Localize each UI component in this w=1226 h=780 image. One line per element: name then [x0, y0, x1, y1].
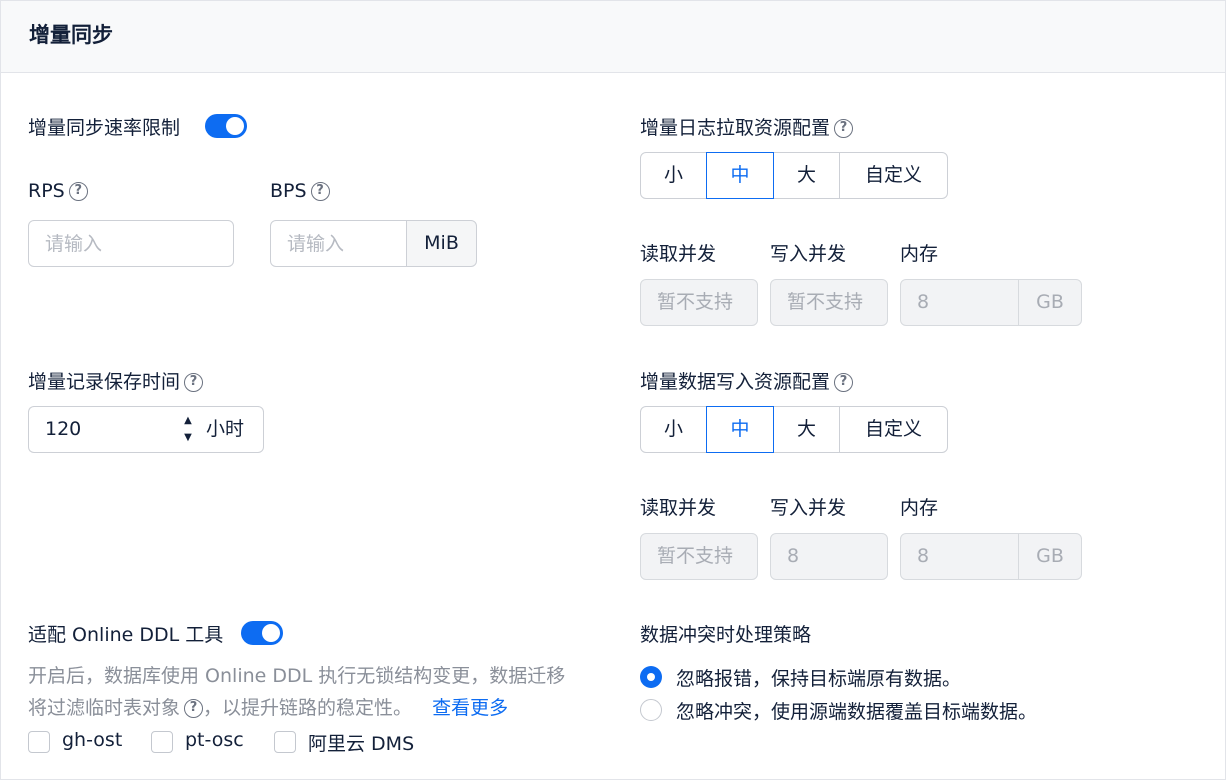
write-write-concurrency: 8: [770, 533, 888, 580]
size-option-small[interactable]: 小: [640, 406, 707, 453]
panel-header: 增量同步: [1, 1, 1225, 73]
retention-stepper: 120 ▲ ▼ 小时: [28, 406, 264, 453]
retention-unit: 小时: [200, 406, 264, 453]
page-title: 增量同步: [29, 23, 113, 47]
data-write-size-selector: 小 中 大 自定义: [640, 406, 948, 453]
write-memory-input: 8: [900, 533, 1020, 580]
write-memory-label: 内存: [900, 497, 939, 519]
log-write-label: 写入并发: [770, 243, 847, 265]
conflict-label: 数据冲突时处理策略: [640, 624, 812, 646]
conflict-option-label: 忽略报错，保持目标端原有数据。: [676, 668, 962, 690]
description-line: 开启后，数据库使用 Online DDL 执行无锁结构变更，数据迁移: [28, 665, 566, 687]
log-pull-help-icon[interactable]: ?: [834, 119, 854, 138]
gh-ost-checkbox[interactable]: [28, 731, 50, 753]
stepper-arrows: ▲ ▼: [178, 412, 198, 446]
rps-label: RPS: [28, 180, 65, 202]
pt-osc-label: pt-osc: [185, 729, 244, 751]
size-option-medium[interactable]: 中: [706, 152, 774, 199]
rps-help-icon[interactable]: ?: [68, 182, 88, 201]
rps-label-row: RPS?: [28, 180, 88, 202]
log-pull-label: 增量日志拉取资源配置: [640, 117, 831, 139]
bps-unit: MiB: [406, 220, 477, 267]
log-memory-label: 内存: [900, 243, 939, 265]
dms-label: 阿里云 DMS: [308, 733, 415, 755]
retention-input[interactable]: 120: [28, 406, 201, 453]
size-option-custom[interactable]: 自定义: [839, 406, 948, 453]
rps-input[interactable]: [28, 220, 234, 267]
toggle-knob: [262, 624, 280, 642]
log-memory-input: 8: [900, 279, 1020, 326]
log-memory-unit: GB: [1018, 279, 1082, 326]
size-option-large[interactable]: 大: [773, 406, 840, 453]
write-memory-unit: GB: [1018, 533, 1082, 580]
size-option-medium[interactable]: 中: [706, 406, 774, 453]
online-ddl-toggle[interactable]: [241, 621, 283, 645]
see-more-link[interactable]: 查看更多: [432, 697, 508, 719]
bps-label: BPS: [270, 180, 307, 202]
data-write-label: 增量数据写入资源配置: [640, 371, 831, 393]
data-write-help-icon[interactable]: ?: [834, 373, 854, 392]
retention-label: 增量记录保存时间: [28, 371, 181, 393]
size-option-large[interactable]: 大: [773, 152, 840, 199]
description-text: 将过滤临时表对象: [28, 697, 181, 719]
pt-osc-checkbox[interactable]: [151, 731, 173, 753]
bps-input[interactable]: [270, 220, 408, 267]
dms-checkbox[interactable]: [274, 731, 296, 753]
temp-table-help-icon[interactable]: ?: [184, 699, 204, 718]
decrement-icon[interactable]: ▼: [178, 429, 198, 446]
description-line: 将过滤临时表对象? ，以提升链路的稳定性。 查看更多: [28, 692, 618, 724]
write-write-label: 写入并发: [770, 497, 847, 519]
bps-label-row: BPS?: [270, 180, 330, 202]
rate-limit-label: 增量同步速率限制: [28, 117, 181, 139]
log-read-concurrency: 暂不支持: [640, 279, 758, 326]
retention-label-row: 增量记录保存时间?: [28, 367, 204, 394]
description-text: ，以提升链路的稳定性。: [203, 697, 413, 719]
data-write-label-row: 增量数据写入资源配置?: [640, 367, 854, 394]
online-ddl-label: 适配 Online DDL 工具: [28, 624, 224, 646]
rate-limit-toggle[interactable]: [205, 114, 247, 138]
retention-help-icon[interactable]: ?: [184, 373, 204, 392]
gh-ost-label: gh-ost: [62, 729, 123, 751]
toggle-knob: [226, 117, 244, 135]
online-ddl-description: 开启后，数据库使用 Online DDL 执行无锁结构变更，数据迁移 将过滤临时…: [28, 660, 618, 724]
write-read-concurrency: 暂不支持: [640, 533, 758, 580]
conflict-option-label: 忽略冲突，使用源端数据覆盖目标端数据。: [676, 701, 1038, 723]
increment-icon[interactable]: ▲: [178, 412, 198, 429]
log-pull-size-selector: 小 中 大 自定义: [640, 152, 948, 199]
bps-help-icon[interactable]: ?: [310, 182, 330, 201]
size-option-small[interactable]: 小: [640, 152, 707, 199]
write-read-label: 读取并发: [640, 497, 717, 519]
log-read-label: 读取并发: [640, 243, 717, 265]
size-option-custom[interactable]: 自定义: [839, 152, 948, 199]
log-write-concurrency: 暂不支持: [770, 279, 888, 326]
log-pull-label-row: 增量日志拉取资源配置?: [640, 113, 854, 140]
conflict-radio-ignore-error[interactable]: [640, 666, 662, 688]
conflict-radio-overwrite[interactable]: [640, 699, 662, 721]
